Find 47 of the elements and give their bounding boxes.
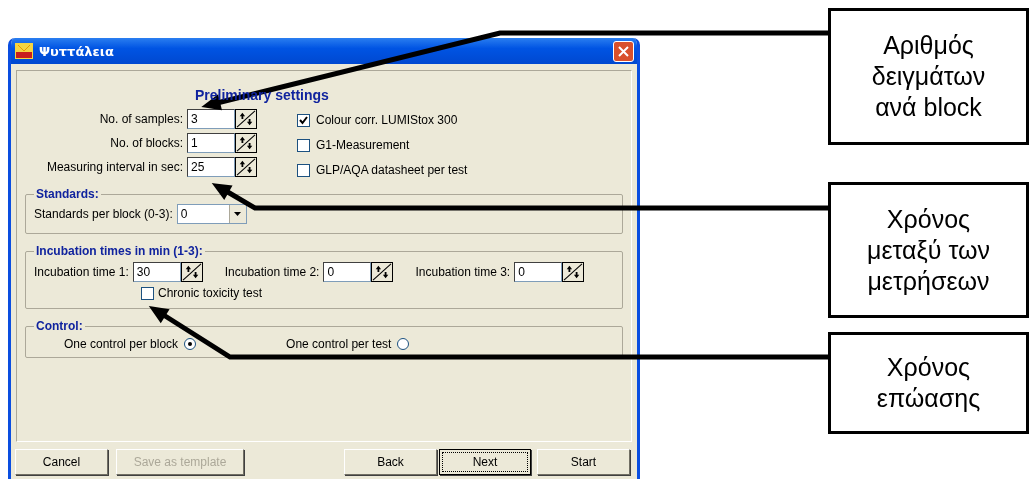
callout-box: Χρόνος επώασης [828, 332, 1029, 434]
number-field[interactable]: 0 [323, 262, 372, 282]
dialog-button[interactable]: Back [344, 449, 437, 475]
spinner-button[interactable] [562, 262, 585, 282]
app-icon [15, 43, 33, 59]
dialog-button[interactable]: Cancel [15, 449, 108, 475]
field-label: No. of blocks: [109, 136, 183, 150]
field-label: Standards per block (0-3): [34, 207, 173, 221]
checkbox-label: Colour corr. LUMIStox 300 [316, 113, 458, 127]
group-title: Control: [35, 319, 84, 333]
number-field[interactable]: 1 [187, 133, 235, 153]
window-title: Ψυττάλεια [39, 43, 115, 59]
group-title: Incubation times in min (1-3): [35, 244, 204, 258]
dialog-button[interactable]: Next [439, 449, 531, 475]
field-label: No. of samples: [98, 112, 183, 126]
checkbox[interactable] [297, 163, 310, 177]
field-label: Measuring interval in sec: [45, 160, 183, 174]
checkbox[interactable] [297, 113, 310, 127]
spinner-button[interactable] [180, 262, 203, 282]
callout-box: Αριθμός δειγμάτων ανά block [828, 8, 1029, 145]
spinner-button[interactable] [235, 133, 257, 153]
dropdown[interactable]: 0 [176, 204, 247, 224]
close-icon [618, 45, 629, 57]
checkbox-label: G1-Measurement [316, 138, 410, 152]
close-button[interactable] [613, 40, 634, 62]
number-field[interactable]: 0 [514, 262, 563, 282]
spinner-button[interactable] [235, 157, 257, 177]
checkbox-label: Chronic toxicity test [158, 286, 263, 300]
dropdown-arrow-icon [234, 212, 242, 216]
dialog-button[interactable]: Start [537, 449, 630, 475]
radio-button[interactable] [184, 338, 197, 350]
field-label: Incubation time 1: [34, 265, 129, 279]
spinner-button[interactable] [371, 262, 394, 282]
number-field[interactable]: 25 [187, 157, 235, 177]
checkbox[interactable] [141, 286, 154, 300]
radio-button[interactable] [397, 338, 410, 350]
number-field[interactable]: 3 [187, 109, 235, 129]
checkbox[interactable] [297, 138, 310, 152]
checkbox-label: GLP/AQA datasheet per test [316, 163, 468, 177]
callout-box: Χρόνος μεταξύ των μετρήσεων [828, 182, 1029, 318]
number-field[interactable]: 30 [132, 262, 181, 282]
spinner-button[interactable] [235, 109, 257, 129]
field-label: Incubation time 3: [415, 265, 511, 279]
field-label: Incubation time 2: [224, 265, 320, 279]
group-title: Standards: [35, 187, 100, 201]
radio-label: One control per block [64, 337, 179, 351]
radio-label: One control per test [286, 337, 392, 351]
